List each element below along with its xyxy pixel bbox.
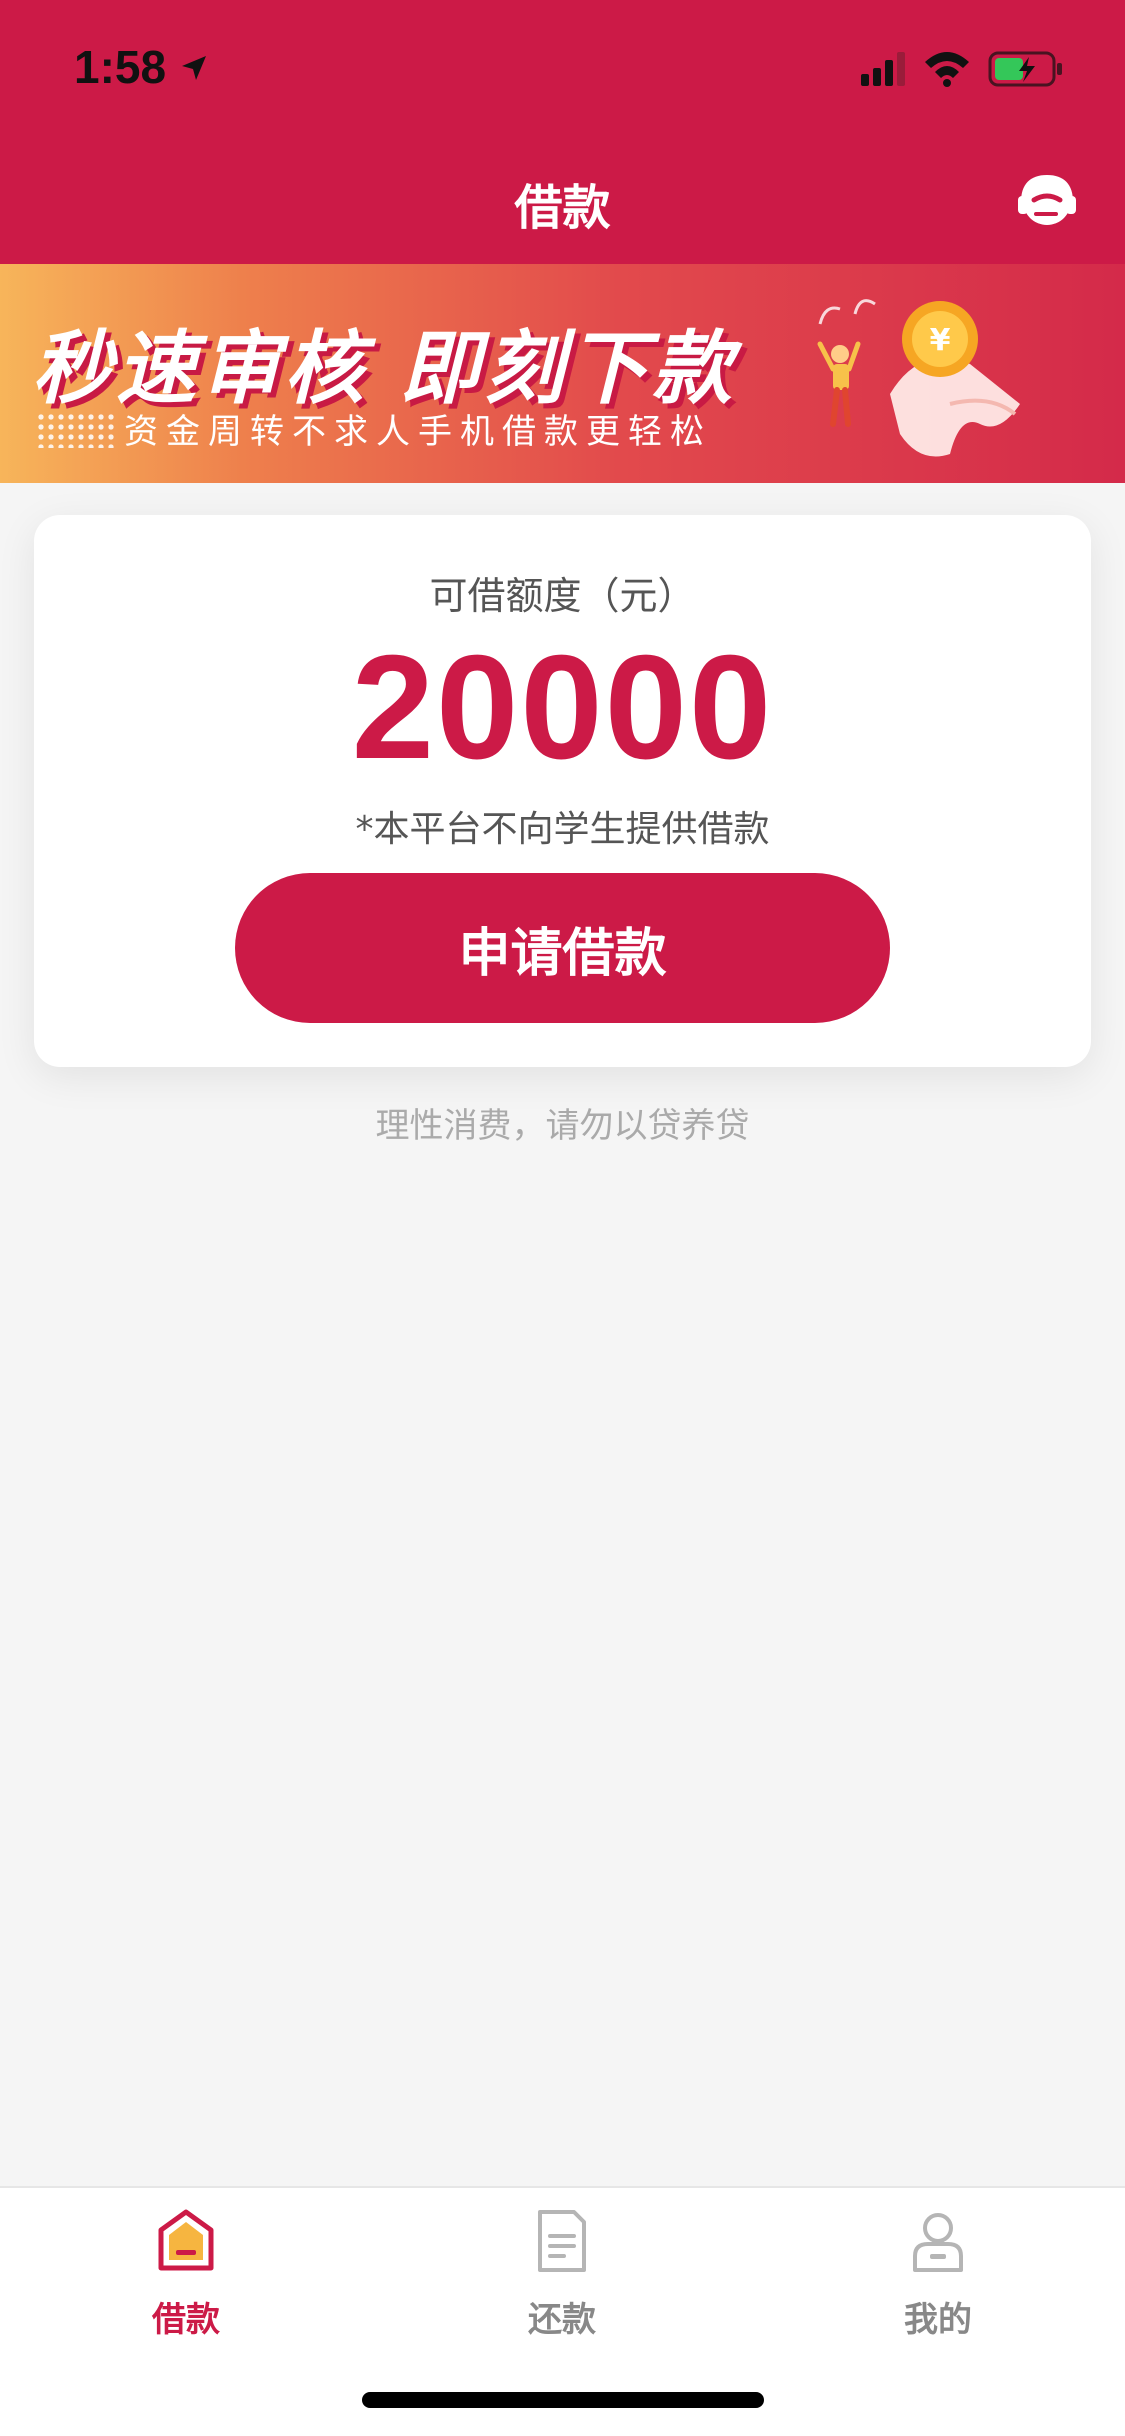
page-title: 借款 [514,180,611,236]
svg-text:¥: ¥ [930,323,951,358]
navigation-bar: 借款 [0,150,1125,250]
quota-label: 可借额度（元） [429,574,696,618]
wifi-icon [925,52,969,87]
coin-illustration-icon: ¥ [817,299,1020,457]
quota-card: 可借额度（元） 20000 *本平台不向学生提供借款 申请借款 [34,515,1091,1067]
home-icon [158,2209,214,2271]
location-arrow-icon [182,56,206,80]
tab-repay[interactable]: 还款 [462,2208,662,2348]
profile-icon [913,2213,963,2272]
apply-loan-button[interactable]: 申请借款 [235,873,890,1023]
tab-label: 还款 [528,2300,596,2340]
quota-notice: *本平台不向学生提供借款 [355,809,770,850]
status-bar: 1:58 [0,0,1125,132]
customer-service-icon[interactable] [1016,170,1078,232]
banner-subline: 资金周转不求人手机借款更轻松 [124,412,712,452]
home-indicator [362,2392,764,2408]
status-time: 1:58 [74,41,167,93]
banner-dots-decoration [36,412,116,448]
tab-mine[interactable]: 我的 [838,2208,1038,2348]
tab-label: 我的 [904,2300,972,2340]
battery-icon [988,51,1062,87]
tab-label: 借款 [152,2300,220,2340]
screen: 1:58 借款 秒速审核 即刻下款 资金周转不求人手机借款更轻松 ¥ 可借额度（… [0,0,1125,2436]
footer-tip: 理性消费，请勿以贷养贷 [375,1106,750,1146]
banner-headline: 秒速审核 即刻下款 [32,322,736,415]
tab-loan[interactable]: 借款 [86,2208,286,2348]
document-icon [538,2210,586,2272]
signal-icon [861,52,905,86]
promo-banner[interactable]: 秒速审核 即刻下款 资金周转不求人手机借款更轻松 ¥ [0,264,1125,483]
quota-amount: 20000 [351,625,774,790]
header: 1:58 借款 [0,0,1125,264]
status-icons [861,51,1062,87]
